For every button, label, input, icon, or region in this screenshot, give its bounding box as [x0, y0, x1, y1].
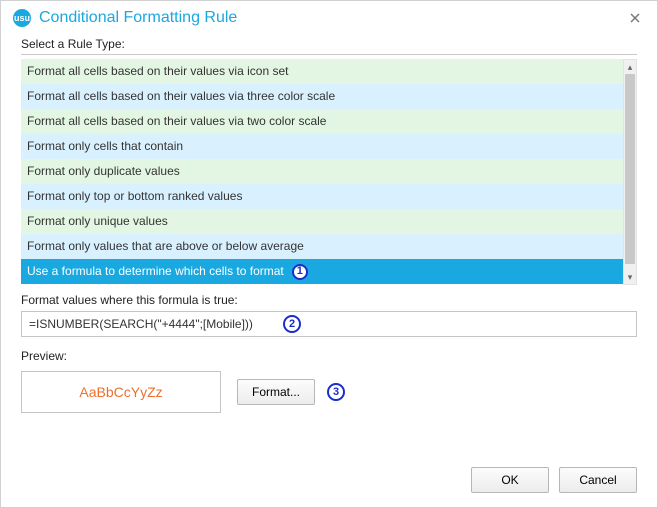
- app-icon: usu: [13, 9, 31, 27]
- rule-type-item[interactable]: Format only duplicate values: [21, 159, 623, 184]
- preview-sample-text: AaBbCcYyZz: [79, 384, 162, 400]
- rule-type-item[interactable]: Use a formula to determine which cells t…: [21, 259, 623, 284]
- rule-type-list-container: Format all cells based on their values v…: [21, 59, 637, 285]
- format-button[interactable]: Format...: [237, 379, 315, 405]
- rule-type-item-label: Format only duplicate values: [27, 159, 180, 184]
- rule-type-item[interactable]: Format only values that are above or bel…: [21, 234, 623, 259]
- ok-button[interactable]: OK: [471, 467, 549, 493]
- rule-type-list[interactable]: Format all cells based on their values v…: [21, 59, 623, 285]
- rule-type-item[interactable]: Format all cells based on their values v…: [21, 59, 623, 84]
- rule-type-item[interactable]: Format only cells that contain: [21, 134, 623, 159]
- formula-label: Format values where this formula is true…: [21, 293, 637, 307]
- scroll-thumb[interactable]: [625, 74, 635, 264]
- close-button[interactable]: [623, 6, 647, 30]
- rule-type-item[interactable]: Format only top or bottom ranked values: [21, 184, 623, 209]
- rule-type-item-label: Format only cells that contain: [27, 134, 183, 159]
- dialog-button-row: OK Cancel: [1, 457, 657, 507]
- scrollbar[interactable]: ▴ ▾: [623, 59, 637, 285]
- scroll-track[interactable]: [624, 74, 636, 270]
- rule-type-item-label: Format only top or bottom ranked values: [27, 184, 242, 209]
- rule-type-item-label: Format all cells based on their values v…: [27, 109, 326, 134]
- rule-type-item[interactable]: Format all cells based on their values v…: [21, 84, 623, 109]
- rule-type-item-label: Format all cells based on their values v…: [27, 84, 335, 109]
- callout-1: 1: [292, 264, 308, 280]
- scroll-down-button[interactable]: ▾: [624, 270, 636, 284]
- scroll-up-button[interactable]: ▴: [624, 60, 636, 74]
- preview-box: AaBbCcYyZz: [21, 371, 221, 413]
- dialog-title: Conditional Formatting Rule: [39, 9, 237, 27]
- select-rule-type-label: Select a Rule Type:: [21, 37, 637, 55]
- rule-type-item-label: Use a formula to determine which cells t…: [27, 259, 284, 284]
- rule-type-item[interactable]: Format only unique values: [21, 209, 623, 234]
- dialog-window: usu Conditional Formatting Rule Select a…: [0, 0, 658, 508]
- formula-value: =ISNUMBER(SEARCH("+4444";[Mobile])): [29, 317, 253, 331]
- cancel-button[interactable]: Cancel: [559, 467, 637, 493]
- formula-input[interactable]: =ISNUMBER(SEARCH("+4444";[Mobile])): [21, 311, 637, 337]
- rule-type-item-label: Format all cells based on their values v…: [27, 59, 288, 84]
- close-icon: [630, 13, 640, 23]
- preview-label: Preview:: [21, 349, 637, 363]
- rule-type-item[interactable]: Format all cells based on their values v…: [21, 109, 623, 134]
- titlebar: usu Conditional Formatting Rule: [1, 1, 657, 35]
- rule-type-item-label: Format only unique values: [27, 209, 168, 234]
- callout-2: 2: [283, 315, 301, 333]
- rule-type-item-label: Format only values that are above or bel…: [27, 234, 304, 259]
- callout-3: 3: [327, 383, 345, 401]
